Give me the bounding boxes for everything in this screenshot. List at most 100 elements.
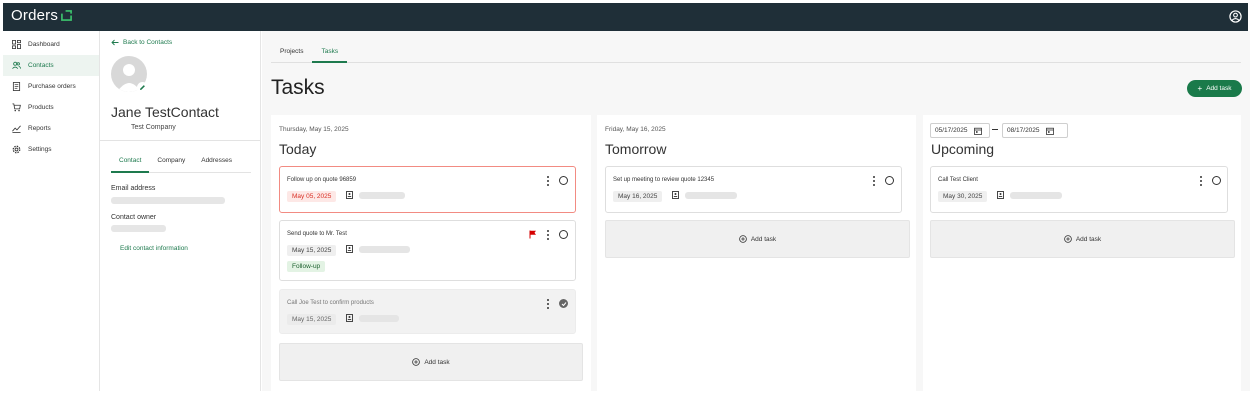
arrow-left-icon xyxy=(111,39,119,46)
add-circle-icon xyxy=(412,358,421,366)
purchase-orders-icon xyxy=(12,82,21,91)
contact-card-icon xyxy=(346,191,353,199)
sidebar-item-label: Purchase orders xyxy=(28,83,76,90)
edit-contact-link[interactable]: Edit contact information xyxy=(120,245,188,252)
complete-task-checkbox[interactable] xyxy=(1212,176,1221,185)
add-circle-icon xyxy=(739,235,747,243)
column-today: Thursday, May 15, 2025 Today Follow up o… xyxy=(271,115,591,391)
main-tabs: Projects Tasks xyxy=(271,44,1241,63)
task-due-date: May 16, 2025 xyxy=(613,191,663,202)
app-title: Orders xyxy=(11,7,59,24)
column-title: Today xyxy=(279,141,317,157)
tab-tasks[interactable]: Tasks xyxy=(312,44,348,63)
app-logo[interactable]: Orders xyxy=(11,7,72,24)
page-title: Tasks xyxy=(271,76,325,99)
task-assignee xyxy=(346,314,399,322)
task-card[interactable]: Send quote to Mr. Test May 15, 2025 Foll… xyxy=(279,220,576,281)
task-assignee xyxy=(346,191,405,199)
owner-value-redacted xyxy=(111,225,166,232)
task-due-date: May 05, 2025 xyxy=(287,191,337,202)
contact-card-icon xyxy=(346,314,353,322)
contact-panel: Back to Contacts Jane TestContact Test C… xyxy=(100,31,261,391)
sidebar-item-products[interactable]: Products xyxy=(3,97,99,118)
task-due-date: May 30, 2025 xyxy=(938,191,988,202)
complete-task-checkbox[interactable] xyxy=(559,176,568,185)
gear-icon xyxy=(12,145,21,154)
tab-contact[interactable]: Contact xyxy=(111,152,150,173)
sidebar-item-label: Products xyxy=(28,104,54,111)
sidebar-item-label: Reports xyxy=(28,125,51,132)
reports-icon xyxy=(12,125,21,133)
more-options-icon[interactable] xyxy=(546,230,550,240)
task-assignee xyxy=(672,191,737,199)
task-card[interactable]: Call Test Client May 30, 2025 xyxy=(930,166,1228,213)
task-card[interactable]: Set up meeting to review quote 12345 May… xyxy=(605,166,902,213)
add-circle-icon xyxy=(1064,235,1072,243)
calendar-icon[interactable] xyxy=(1045,127,1054,135)
complete-task-checkbox[interactable] xyxy=(885,176,894,185)
column-title: Upcoming xyxy=(931,141,995,157)
task-card-completed[interactable]: Call Joe Test to confirm products May 15… xyxy=(279,289,576,334)
add-task-label: Add task xyxy=(1075,235,1102,243)
sidebar-item-label: Dashboard xyxy=(28,41,60,48)
back-link-label: Back to Contacts xyxy=(123,39,173,46)
sidebar-item-contacts[interactable]: Contacts xyxy=(3,55,99,76)
add-task-label: Add task xyxy=(1206,85,1232,92)
checkmark-icon xyxy=(561,301,566,306)
dashboard-icon xyxy=(12,40,21,49)
assignee-redacted xyxy=(1010,191,1062,199)
date-range-end-field[interactable]: 08/17/2025 xyxy=(1002,123,1068,138)
column-date: Friday, May 16, 2025 xyxy=(605,126,666,133)
sidebar-item-dashboard[interactable]: Dashboard xyxy=(3,34,99,55)
contact-sub-tabs: Contact Company Addresses xyxy=(111,152,251,173)
sidebar-item-purchase-orders[interactable]: Purchase orders xyxy=(3,76,99,97)
assignee-redacted xyxy=(359,245,410,253)
back-to-contacts-link[interactable]: Back to Contacts xyxy=(111,39,172,46)
column-tomorrow: Friday, May 16, 2025 Tomorrow Set up mee… xyxy=(597,115,916,391)
cart-icon xyxy=(12,103,21,112)
top-bar: Orders xyxy=(3,3,1248,31)
assignee-redacted xyxy=(359,191,405,199)
sidebar: Dashboard Contacts Purchase orders Produ… xyxy=(3,31,100,391)
calendar-icon[interactable] xyxy=(973,127,982,135)
date-range-start-field[interactable]: 05/17/2025 xyxy=(930,123,990,138)
more-options-icon[interactable] xyxy=(1199,176,1203,186)
more-options-icon[interactable] xyxy=(546,176,550,186)
complete-task-checkbox[interactable] xyxy=(559,230,568,239)
tab-company[interactable]: Company xyxy=(149,152,193,173)
contact-card-icon xyxy=(997,191,1004,199)
date-range-separator xyxy=(992,129,998,130)
contacts-icon xyxy=(12,61,21,69)
task-card[interactable]: Follow up on quote 96859 May 05, 2025 xyxy=(279,166,576,213)
date-start-value: 05/17/2025 xyxy=(935,127,968,134)
contact-name: Jane TestContact xyxy=(111,104,219,120)
add-task-label: Add task xyxy=(424,358,450,366)
add-task-button[interactable]: + Add task xyxy=(1187,80,1242,97)
logo-mark-icon xyxy=(61,10,72,21)
task-tag: Follow-up xyxy=(287,261,326,272)
column-upcoming: 05/17/2025 08/17/2025 Upcoming Call Test… xyxy=(923,115,1241,391)
completed-checkbox[interactable] xyxy=(559,299,568,308)
add-task-today[interactable]: Add task xyxy=(279,343,583,381)
contact-card-icon xyxy=(672,191,679,199)
edit-avatar-button[interactable] xyxy=(137,82,148,93)
more-options-icon[interactable] xyxy=(872,176,876,186)
more-options-icon[interactable] xyxy=(546,299,550,309)
user-account-icon[interactable] xyxy=(1229,10,1242,23)
add-task-tomorrow[interactable]: Add task xyxy=(605,220,910,258)
add-task-upcoming[interactable]: Add task xyxy=(930,220,1235,258)
tab-addresses[interactable]: Addresses xyxy=(193,152,240,173)
owner-label: Contact owner xyxy=(111,214,157,221)
assignee-redacted xyxy=(359,314,399,322)
email-value-redacted xyxy=(111,197,225,204)
tab-projects[interactable]: Projects xyxy=(271,44,312,63)
sidebar-item-settings[interactable]: Settings xyxy=(3,139,99,160)
task-due-date: May 15, 2025 xyxy=(287,314,337,325)
flag-icon[interactable] xyxy=(529,230,537,239)
sidebar-item-reports[interactable]: Reports xyxy=(3,118,99,139)
task-title: Set up meeting to review quote 12345 xyxy=(613,177,715,183)
sidebar-item-label: Settings xyxy=(28,146,52,153)
contact-company: Test Company xyxy=(131,124,176,131)
plus-icon: + xyxy=(1197,84,1203,93)
sidebar-item-label: Contacts xyxy=(28,62,54,69)
